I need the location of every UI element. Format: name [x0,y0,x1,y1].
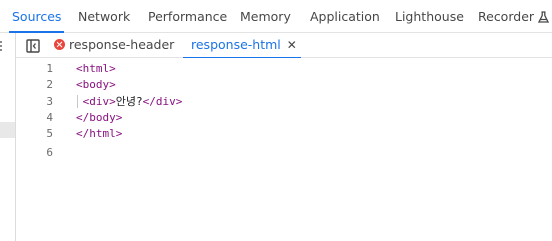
file-tab-label: response-html [191,37,281,52]
tab-memory[interactable]: Memory [240,0,291,33]
navigator-selected-item[interactable] [0,122,15,138]
toggle-navigator-button[interactable] [26,38,40,53]
file-tab-response-html[interactable]: response-html ✕ [183,33,301,59]
tab-application[interactable]: Application [310,0,380,33]
tab-recorder-label: Recorder [478,9,535,24]
line-number: 3 [46,95,53,108]
devtools-window: Sources Network Performance Memory Appli… [0,0,552,241]
code-text: <body> [76,78,116,91]
file-tab-label: response-header [69,37,175,52]
code-open-tag: <div> [76,95,116,108]
line-number: 6 [46,146,53,159]
tab-lighthouse[interactable]: Lighthouse [395,0,464,33]
code-line: 5 </html> [16,126,552,142]
code-line: 3 <div>안녕?</div> [16,94,552,110]
code-line: 6 [16,145,552,161]
code-editor[interactable]: 1 <html> 2 <body> 3 <div>안녕?</div> 4 </b… [16,58,552,241]
pane-resizer[interactable] [0,39,3,53]
code-line: 4 </body> [16,110,552,126]
code-text: <html> [76,62,116,75]
panel-tab-bar: Sources Network Performance Memory Appli… [0,0,552,33]
file-tab-response-header[interactable]: response-header [54,33,174,58]
close-icon[interactable]: ✕ [287,33,297,57]
line-number: 2 [46,78,53,91]
tab-performance[interactable]: Performance [148,0,227,33]
code-line: 1 <html> [16,61,552,77]
line-number: 5 [46,127,53,140]
code-text: <div>안녕?</div> [76,94,183,110]
code-close-tag: </div> [142,95,183,108]
tab-recorder[interactable]: Recorder [478,0,550,35]
code-text: </html> [76,127,123,140]
sidebar-toggle-icon [26,39,40,53]
tab-network[interactable]: Network [78,0,130,33]
code-text: </body> [76,111,123,124]
code-line: 2 <body> [16,77,552,93]
flask-icon [537,2,550,35]
line-number: 4 [46,111,53,124]
error-icon [54,39,65,50]
line-number: 1 [46,62,53,75]
code-content: 안녕? [115,95,143,108]
navigator-pane [0,33,16,241]
editor-file-tab-bar: response-header response-html ✕ [16,33,552,59]
tab-sources[interactable]: Sources [8,0,65,33]
